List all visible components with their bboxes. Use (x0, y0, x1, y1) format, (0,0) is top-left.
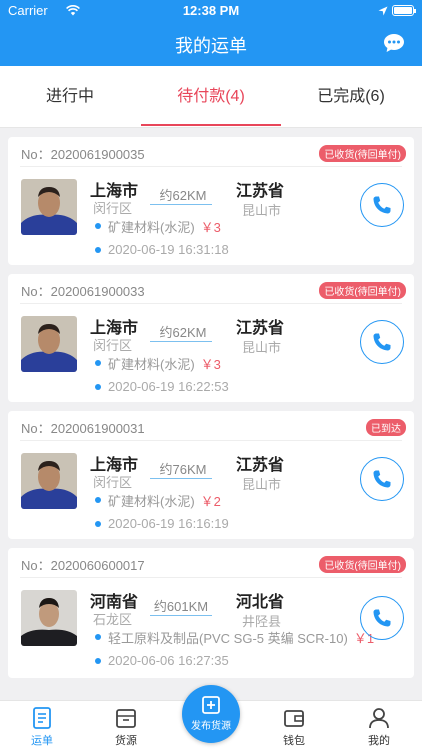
destination-province: 江苏省 (236, 320, 285, 337)
origin-district: 闵行区 (93, 338, 133, 353)
cargo-name: 矿建材料(水泥) (108, 220, 195, 235)
order-time: 2020-06-19 16:22:53 (108, 379, 229, 394)
clock: 12:38 PM (182, 3, 240, 18)
status-badge: 已收货(待回单付) (319, 145, 406, 162)
destination-province: 江苏省 (236, 457, 285, 474)
driver-avatar (21, 453, 77, 509)
divider (20, 303, 402, 304)
nav-cargo-source-label: 货源 (115, 735, 137, 747)
driver-avatar (21, 179, 77, 235)
publish-cargo-button[interactable]: 发布货源 (182, 685, 240, 743)
cargo-name: 矿建材料(水泥) (108, 494, 195, 509)
distance: 约62KM (159, 188, 207, 203)
active-tab-indicator (141, 124, 281, 126)
driver-avatar (21, 316, 77, 372)
cargo-info: 矿建材料(水泥) ￥2 (108, 491, 221, 510)
order-card[interactable]: No：2020060600017 已收货(待回单付) 河南省 石龙区 约601K… (8, 548, 414, 678)
order-card[interactable]: No：2020061900033 已收货(待回单付) 上海市 闵行区 约62KM… (8, 274, 414, 402)
distance: 约62KM (159, 325, 207, 340)
phone-icon (373, 609, 391, 627)
cargo-box-icon (96, 706, 156, 732)
document-icon (12, 706, 72, 732)
nav-wallet-label: 钱包 (283, 735, 305, 747)
destination-district: 昆山市 (242, 203, 282, 218)
phone-icon (373, 196, 391, 214)
bullet-dot (95, 497, 101, 503)
chat-bubble-icon[interactable] (383, 33, 405, 58)
destination-district: 昆山市 (242, 477, 282, 492)
page-title: 我的运单 (175, 36, 247, 56)
bullet-dot (95, 223, 101, 229)
bullet-dot (95, 247, 101, 253)
order-card[interactable]: No：2020061900031 已到达 上海市 闵行区 约76KM 江苏省 昆… (8, 411, 414, 539)
user-icon (349, 706, 409, 732)
bullet-dot (95, 360, 101, 366)
cargo-info: 矿建材料(水泥) ￥3 (108, 217, 221, 236)
cargo-name: 矿建材料(水泥) (108, 357, 195, 372)
route-arrow (150, 204, 212, 205)
phone-icon (373, 470, 391, 488)
bullet-dot (95, 634, 101, 640)
status-tabs: 进行中 待付款(4) 已完成(6) (0, 66, 422, 128)
divider (20, 440, 402, 441)
nav-mine[interactable]: 我的 (349, 706, 409, 748)
battery-icon (392, 5, 416, 16)
call-button[interactable] (360, 320, 404, 364)
phone-icon (373, 333, 391, 351)
order-number: No：2020061900031 (21, 421, 145, 436)
destination-province: 江苏省 (236, 183, 285, 200)
freight-price: ￥2 (200, 494, 221, 509)
nav-mine-label: 我的 (368, 735, 390, 747)
distance: 约76KM (159, 462, 207, 477)
route-arrow (150, 615, 212, 616)
tab-pending-payment[interactable]: 待付款(4) (141, 66, 281, 128)
cargo-name: 轻工原料及制品(PVC SG-5 英编 SCR-10) (108, 631, 348, 646)
divider (20, 577, 402, 578)
order-time: 2020-06-19 16:31:18 (108, 242, 229, 257)
add-square-icon (182, 695, 240, 715)
origin-district: 闵行区 (93, 201, 133, 216)
cargo-info: 矿建材料(水泥) ￥3 (108, 354, 221, 373)
order-card[interactable]: No：2020061900035 已收货(待回单付) 上海市 闵行区 约62KM… (8, 137, 414, 265)
status-bar: Carrier 12:38 PM (0, 0, 422, 22)
app-header: Carrier 12:38 PM 我的运单 (0, 0, 422, 66)
nav-cargo-source[interactable]: 货源 (96, 706, 156, 748)
order-number: No：2020061900035 (21, 147, 145, 162)
wallet-icon (264, 706, 324, 732)
order-number: No：2020061900033 (21, 284, 145, 299)
tab-in-progress[interactable]: 进行中 (0, 66, 140, 128)
order-number: No：2020060600017 (21, 558, 145, 573)
bullet-dot (95, 658, 101, 664)
distance: 约601KM (153, 599, 209, 614)
bullet-dot (95, 384, 101, 390)
order-time: 2020-06-19 16:16:19 (108, 516, 229, 531)
route-arrow (150, 341, 212, 342)
destination-district: 昆山市 (242, 340, 282, 355)
nav-wallet[interactable]: 钱包 (264, 706, 324, 748)
call-button[interactable] (360, 457, 404, 501)
cargo-info: 轻工原料及制品(PVC SG-5 英编 SCR-10) ￥1 (108, 628, 374, 647)
status-badge: 已到达 (366, 419, 406, 436)
freight-price: ￥3 (200, 220, 221, 235)
driver-avatar (21, 590, 77, 646)
destination-province: 河北省 (236, 594, 285, 611)
nav-waybill-label: 运单 (31, 735, 53, 747)
origin-district: 闵行区 (93, 475, 133, 490)
nav-waybill[interactable]: 运单 (12, 706, 72, 748)
call-button[interactable] (360, 596, 404, 640)
order-time: 2020-06-06 16:27:35 (108, 653, 229, 668)
divider (20, 166, 402, 167)
status-badge: 已收货(待回单付) (319, 282, 406, 299)
bullet-dot (95, 521, 101, 527)
route-arrow (150, 478, 212, 479)
tab-completed[interactable]: 已完成(6) (281, 66, 421, 128)
status-badge: 已收货(待回单付) (319, 556, 406, 573)
origin-district: 石龙区 (93, 612, 133, 627)
call-button[interactable] (360, 183, 404, 227)
location-arrow-icon (378, 4, 388, 19)
publish-cargo-label: 发布货源 (191, 721, 231, 732)
freight-price: ￥3 (200, 357, 221, 372)
